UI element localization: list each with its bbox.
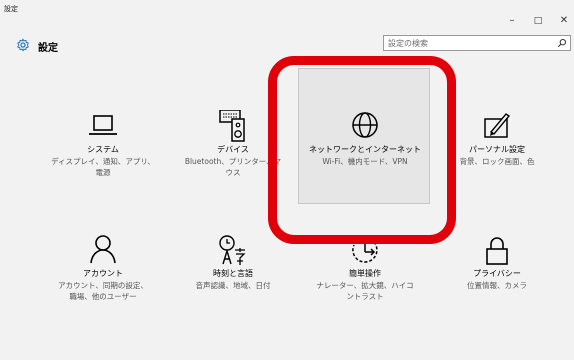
window-title: 設定	[4, 5, 18, 13]
devices-icon	[219, 110, 245, 142]
search-input[interactable]	[388, 37, 548, 50]
search-icon[interactable]	[557, 38, 567, 48]
tile-name: プライバシー	[473, 269, 521, 278]
lock-icon	[486, 237, 508, 265]
tile-name: 時刻と言語	[213, 269, 253, 278]
tile-description: ディスプレイ、通知、アプリ、	[51, 157, 155, 166]
close-button[interactable]: ✕	[554, 14, 574, 28]
personalization-icon	[484, 113, 511, 138]
time-language-icon	[219, 235, 246, 265]
tile-description: アカウント、同期の設定、	[58, 281, 148, 290]
laptop-icon	[89, 115, 117, 135]
gear-icon[interactable]	[16, 38, 30, 52]
tile-name: 簡単操作	[349, 269, 381, 278]
tile-time-language[interactable]: 時刻と言語 音声認識、地域、日付	[168, 234, 298, 344]
page-title: 設定	[38, 43, 58, 54]
highlight-annotation	[268, 56, 456, 244]
tile-description: ナレーター、拡大鏡、ハイコ	[316, 281, 414, 290]
tile-system[interactable]: システム ディスプレイ、通知、アプリ、 電源	[38, 110, 168, 220]
settings-header: 設定	[0, 30, 574, 60]
tile-accounts[interactable]: アカウント アカウント、同期の設定、 職場、他のユーザー	[38, 234, 168, 344]
tile-description-line2: 電源	[95, 168, 111, 177]
title-bar: 設定 – □ ✕	[0, 0, 574, 30]
minimize-button[interactable]: –	[502, 14, 522, 28]
search-box[interactable]	[383, 35, 571, 51]
tile-name: システム	[87, 145, 119, 154]
maximize-button[interactable]: □	[528, 14, 548, 28]
tile-ease-of-access[interactable]: 簡単操作 ナレーター、拡大鏡、ハイコ ントラスト	[300, 234, 430, 344]
tile-description-line2: ントラスト	[346, 292, 384, 301]
person-icon	[90, 235, 116, 264]
tile-description: 位置情報、カメラ	[467, 281, 527, 290]
tile-description: 音声認識、地域、日付	[195, 281, 271, 290]
tile-name: アカウント	[83, 269, 123, 278]
tile-privacy[interactable]: プライバシー 位置情報、カメラ	[432, 234, 562, 344]
tile-description-line2: 職場、他のユーザー	[69, 292, 137, 301]
